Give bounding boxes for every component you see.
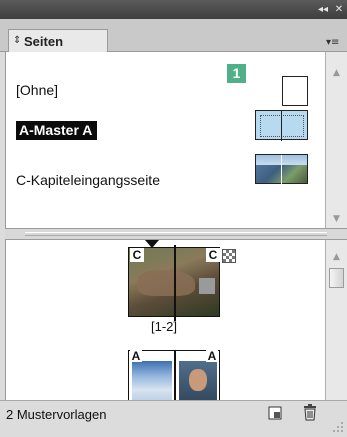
applied-master-letter: A [206, 349, 218, 363]
panel-menu-icon[interactable]: ▾≡ [326, 37, 339, 48]
applied-master-letter: C [130, 248, 144, 262]
scroll-up-icon[interactable]: ▲ [326, 250, 347, 264]
new-page-icon [268, 406, 282, 420]
margin-guides [260, 115, 304, 137]
callout-badge: 1 [227, 64, 246, 83]
spread-page-label: [1-2] [151, 319, 178, 334]
masters-scrollbar[interactable]: ▲ ▼ [325, 52, 347, 228]
thumbnail-image [132, 361, 172, 400]
spread-fold [174, 245, 176, 321]
master-thumbnail-a [255, 110, 308, 141]
master-item-a[interactable]: A-Master A [6, 110, 326, 150]
divider-handle[interactable] [25, 232, 327, 236]
tab-label: Seiten [24, 34, 64, 49]
panel-titlebar: ◂◂ ✕ [0, 0, 347, 19]
scroll-up-icon[interactable]: ▲ [326, 66, 347, 80]
status-text: 2 Mustervorlagen [6, 407, 107, 422]
master-item-label: [Ohne] [16, 82, 59, 98]
spread-fold [174, 351, 176, 400]
master-thumbnail-none [282, 76, 308, 106]
master-item-label: C-Kapiteleingangsseite [16, 172, 160, 188]
spread-fold [281, 111, 282, 141]
tab-reorder-icon: ⇕ [13, 35, 22, 46]
pages-panel: ◂◂ ✕ ⇕ Seiten ▾≡ [Ohne] 1 A-Master A C-K… [0, 0, 347, 437]
spread-rotation-icon [222, 249, 236, 263]
applied-master-letter: C [206, 248, 220, 262]
master-pages-list: [Ohne] 1 A-Master A C-Kapiteleingangssei… [5, 52, 325, 228]
document-pages-list: C C [1-2] A A [5, 240, 325, 400]
master-item-c[interactable]: C-Kapiteleingangsseite [6, 154, 326, 194]
pages-scrollbar[interactable]: ▲ [325, 240, 347, 400]
panel-close-icon[interactable]: ✕ [333, 3, 345, 16]
section-divider[interactable] [5, 228, 347, 240]
master-item-none[interactable]: [Ohne] [6, 64, 326, 106]
delete-page-button[interactable] [302, 404, 318, 421]
thumbnail-shape [199, 278, 215, 294]
new-page-button[interactable] [268, 406, 284, 420]
applied-master-letter: A [130, 349, 142, 363]
scroll-down-icon[interactable]: ▼ [326, 212, 347, 226]
spread-fold [281, 155, 282, 185]
resize-grip-dots [333, 422, 343, 432]
panel-footer: 2 Mustervorlagen [0, 400, 347, 437]
tab-seiten[interactable]: ⇕ Seiten [8, 29, 108, 53]
panel-tabstrip: ⇕ Seiten [0, 19, 347, 53]
thumbnail-portrait [189, 369, 207, 391]
resize-grip-icon[interactable] [332, 421, 344, 433]
master-thumbnail-c [255, 154, 308, 185]
thumbnail-image [137, 270, 195, 296]
thumbnail-image [179, 361, 217, 400]
trash-icon [304, 404, 316, 421]
page-spread-1-2[interactable]: C C [128, 245, 220, 321]
master-item-label: A-Master A [16, 121, 98, 140]
scroll-thumb[interactable] [329, 268, 344, 288]
collapse-panel-icon[interactable]: ◂◂ [315, 3, 331, 16]
page-spread-3-4[interactable]: A A [128, 350, 220, 400]
